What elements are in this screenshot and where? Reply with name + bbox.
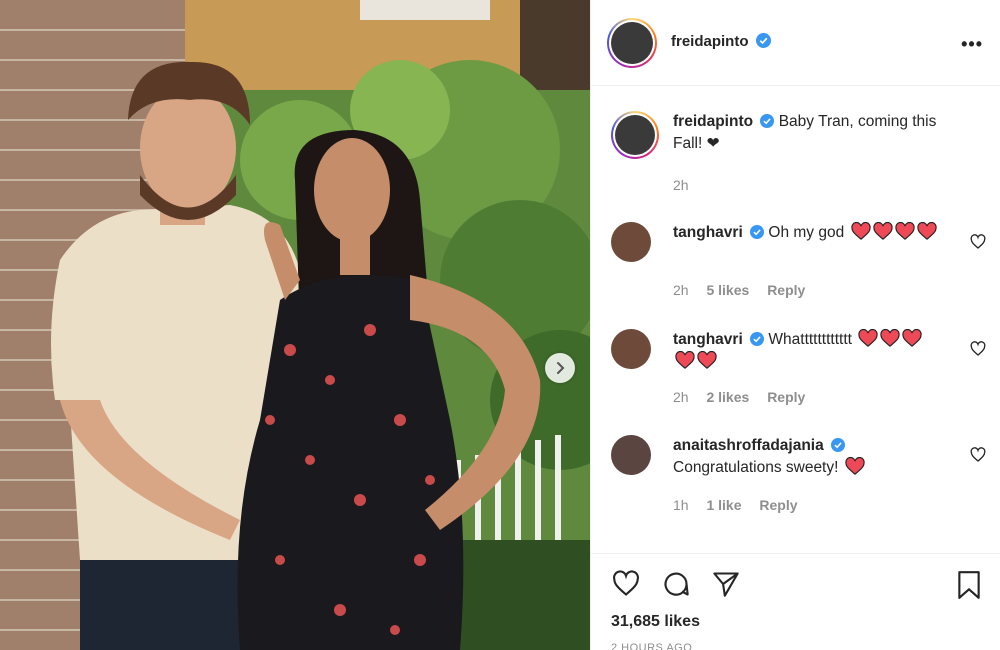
red-heart-emoji-icon xyxy=(902,329,922,347)
reply-button[interactable]: Reply xyxy=(767,389,805,405)
red-heart-emoji-icon xyxy=(872,222,893,240)
commenter-avatar[interactable] xyxy=(611,329,651,369)
verified-badge-icon xyxy=(750,332,765,346)
comment-icon[interactable] xyxy=(661,570,691,598)
verified-badge-icon xyxy=(831,438,846,452)
comment-likes[interactable]: 5 likes xyxy=(706,282,749,298)
like-count[interactable]: 31,685 likes xyxy=(611,613,700,631)
comment-likes[interactable]: 2 likes xyxy=(706,389,749,405)
comment-meta: 1h 1 like Reply xyxy=(673,497,812,513)
red-heart-emoji-icon xyxy=(850,222,871,240)
heart-icon[interactable] xyxy=(611,570,641,598)
couple-photo xyxy=(0,0,590,650)
comment-time: 2h xyxy=(673,282,689,298)
comment-like-heart-icon[interactable] xyxy=(970,341,986,357)
red-heart-emoji-icon xyxy=(697,351,717,369)
red-heart-emoji-icon xyxy=(894,222,915,240)
comment-username[interactable]: tanghavri xyxy=(673,224,743,241)
caption-text-block: freidapinto Baby Tran, coming this Fall!… xyxy=(673,111,943,155)
comment-time: 2h xyxy=(673,389,689,405)
red-heart-emoji-icon xyxy=(880,329,900,347)
comment-meta: 2h 5 likes Reply xyxy=(673,282,819,298)
post-photo xyxy=(0,0,590,650)
author-name-row: freidapinto xyxy=(671,33,771,51)
next-photo-button[interactable] xyxy=(545,353,575,383)
caption-avatar[interactable] xyxy=(611,111,659,159)
red-heart-emoji-icon xyxy=(916,222,937,240)
comment-username[interactable]: anaitashroffadajania xyxy=(673,437,824,454)
post-time: 2 HOURS AGO xyxy=(611,642,693,650)
caption-username[interactable]: freidapinto xyxy=(673,113,753,130)
share-icon[interactable] xyxy=(711,570,741,598)
caption-time: 2h xyxy=(673,177,689,193)
bookmark-icon[interactable] xyxy=(956,570,982,600)
comment-meta: 2h 2 likes Reply xyxy=(673,389,819,405)
heart-emojis xyxy=(849,222,937,241)
comment-username[interactable]: tanghavri xyxy=(673,331,743,348)
comment-text-block: tanghavri Whatttttttttttt xyxy=(673,329,943,373)
author-avatar[interactable] xyxy=(607,18,657,68)
comment-likes[interactable]: 1 like xyxy=(706,497,741,513)
comment-text: Congratulations sweety! xyxy=(673,459,839,476)
red-heart-emoji-icon xyxy=(845,457,865,475)
comment-time: 1h xyxy=(673,497,689,513)
more-options-icon[interactable]: ••• xyxy=(961,34,983,55)
reply-button[interactable]: Reply xyxy=(767,282,805,298)
verified-badge-icon xyxy=(760,114,775,128)
verified-badge-icon xyxy=(750,225,765,239)
comment-like-heart-icon[interactable] xyxy=(970,234,986,250)
heart-emojis xyxy=(843,457,865,476)
post-panel: freidapinto ••• freidapinto Baby Tran, c… xyxy=(590,0,1000,650)
commenter-avatar[interactable] xyxy=(611,222,651,262)
author-username[interactable]: freidapinto xyxy=(671,33,749,50)
comment-like-heart-icon[interactable] xyxy=(970,447,986,463)
comment-text: Oh my god xyxy=(768,224,845,241)
caption-meta: 2h xyxy=(673,177,703,193)
chevron-right-icon xyxy=(557,362,565,374)
commenter-avatar[interactable] xyxy=(611,435,651,475)
post-header: freidapinto ••• xyxy=(591,0,1000,86)
verified-badge-icon xyxy=(755,33,771,48)
red-heart-emoji-icon xyxy=(858,329,878,347)
comment-text: Whatttttttttttt xyxy=(768,331,852,348)
post-actions: 31,685 likes 2 HOURS AGO xyxy=(591,553,1000,650)
comments-list: freidapinto Baby Tran, coming this Fall!… xyxy=(591,87,1000,552)
reply-button[interactable]: Reply xyxy=(759,497,797,513)
red-heart-emoji-icon xyxy=(675,351,695,369)
comment-text-block: anaitashroffadajania Congratulations swe… xyxy=(673,435,943,479)
comment-text-block: tanghavri Oh my god xyxy=(673,222,943,244)
